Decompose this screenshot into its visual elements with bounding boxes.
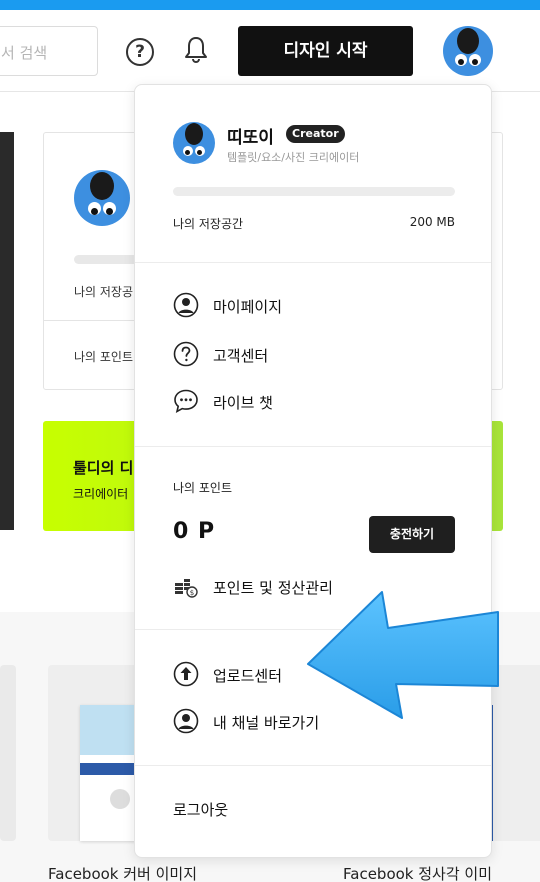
- menu-item-live-chat[interactable]: 라이브 챗: [173, 388, 453, 416]
- points-value: 0 P: [173, 519, 216, 544]
- user-circle-icon: [173, 708, 199, 734]
- logout-button[interactable]: 로그아웃: [173, 799, 228, 820]
- user-subtitle: 템플릿/요소/사진 크리에이터: [227, 151, 360, 164]
- header: 서 검색 ? 디자인 시작: [0, 10, 540, 92]
- charge-button[interactable]: 충전하기: [369, 516, 455, 553]
- bell-icon[interactable]: [184, 36, 208, 64]
- start-design-button[interactable]: 디자인 시작: [238, 26, 413, 76]
- menu-item-label: 업로드센터: [213, 667, 283, 685]
- search-input[interactable]: 서 검색: [0, 26, 98, 76]
- template-thumbnail[interactable]: [0, 665, 16, 841]
- storage-progress-bar: [173, 187, 455, 196]
- chat-bubble-icon: [174, 389, 198, 414]
- menu-item-label: 라이브 챗: [213, 394, 273, 412]
- menu-item-help-center[interactable]: 고객센터: [173, 341, 453, 369]
- divider: [135, 765, 491, 766]
- svg-text:$: $: [190, 589, 194, 597]
- menu-item-label: 고객센터: [213, 347, 269, 365]
- user-circle-icon: [173, 292, 199, 318]
- menu-item-label: 마이페이지: [213, 298, 283, 316]
- template-caption[interactable]: Facebook 정사각 이미: [343, 863, 492, 882]
- upload-circle-icon: [173, 661, 199, 687]
- account-dropdown: 띠또이 Creator 템플릿/요소/사진 크리에이터 나의 저장공간 200 …: [134, 84, 492, 858]
- creator-badge: Creator: [286, 125, 345, 143]
- user-name: 띠또이: [227, 128, 274, 148]
- divider: [135, 446, 491, 447]
- storage-label: 나의 저장공간: [173, 217, 244, 231]
- avatar[interactable]: [443, 26, 493, 76]
- pointer-arrow-icon: [307, 591, 499, 719]
- coins-icon: $: [175, 579, 198, 598]
- template-caption[interactable]: Facebook 커버 이미지: [48, 863, 197, 882]
- storage-value: 200 MB: [409, 215, 455, 229]
- search-placeholder: 서 검색: [1, 44, 48, 62]
- divider: [135, 262, 491, 263]
- storage-label-bg: 나의 저장공: [74, 285, 134, 299]
- promo-subtitle: 크리에이터: [73, 487, 129, 501]
- divider: [44, 320, 144, 321]
- help-icon[interactable]: ?: [126, 38, 154, 66]
- thumbnail-avatar: [110, 789, 130, 809]
- profile-card-avatar: [74, 170, 130, 226]
- menu-item-mypage[interactable]: 마이페이지: [173, 292, 453, 320]
- dropdown-avatar: [173, 122, 215, 164]
- question-circle-icon: [173, 341, 199, 367]
- banner-image: [0, 132, 14, 530]
- top-accent-bar: [0, 0, 540, 10]
- points-title: 나의 포인트: [173, 481, 233, 495]
- promo-title: 툴디의 디: [73, 459, 134, 477]
- points-label-bg: 나의 포인트: [74, 350, 134, 364]
